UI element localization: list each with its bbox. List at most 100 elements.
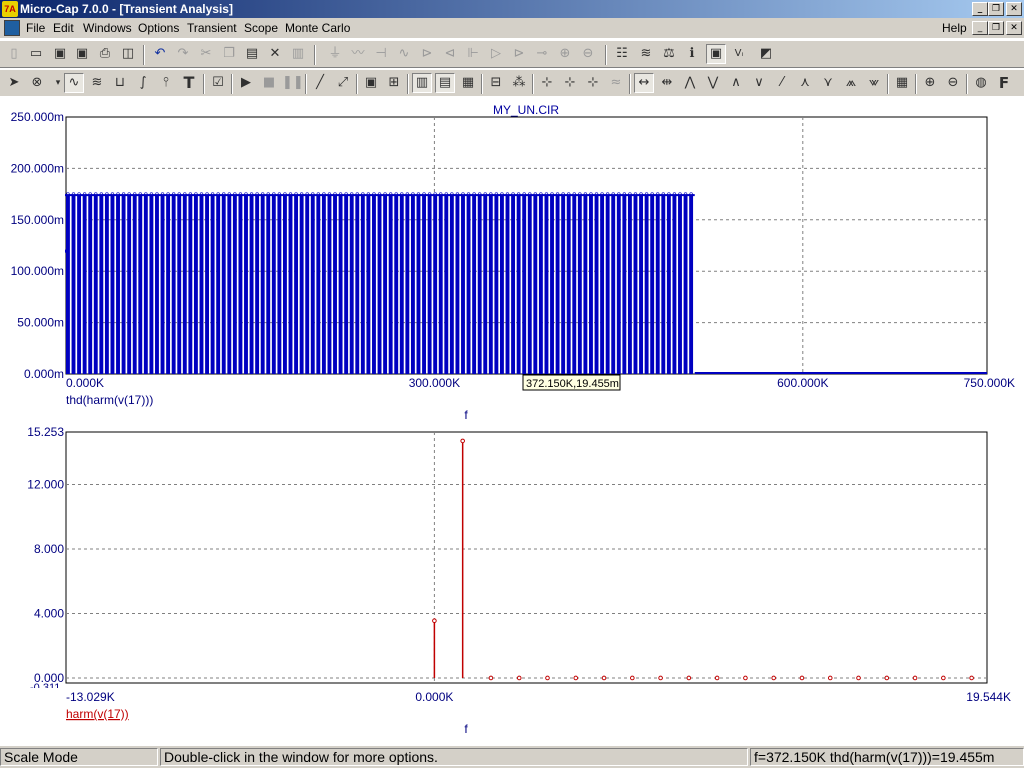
min-icon[interactable]: ⩖ (864, 73, 884, 93)
properties-icon[interactable]: ☑ (208, 73, 228, 93)
globe-icon[interactable]: ◍ (971, 73, 991, 93)
plot-canvas[interactable]: MY_UN.CIR 250.000m 200.000m 150.000m 100.00… (0, 96, 1024, 746)
font-icon[interactable]: F (994, 73, 1014, 93)
slope-icon[interactable]: ⋁ (703, 73, 723, 93)
plot1-bar (344, 194, 349, 374)
pause-icon[interactable]: ❚❚ (282, 73, 304, 93)
plot1-bar (655, 194, 660, 374)
diagonal-icon[interactable]: ⤢ (333, 73, 353, 93)
plot1-bar (71, 194, 76, 374)
vertical-tag-icon[interactable]: ⫯ (156, 73, 176, 93)
global-low-icon[interactable]: ⋀ (680, 73, 700, 93)
help-icon[interactable]: ◩ (756, 44, 776, 64)
minor-grid-icon[interactable]: ▤ (435, 73, 455, 93)
scale-mode-icon[interactable]: ∿ (64, 73, 84, 93)
plot1-bar (633, 194, 638, 374)
clear-icon[interactable]: ▥ (288, 44, 308, 64)
global-high-icon[interactable]: ⇹ (657, 73, 677, 93)
valley-left-icon[interactable]: ∨ (749, 73, 769, 93)
fill-icon[interactable]: ▥ (412, 73, 432, 93)
plot1-y-tick-label: 0.000m (24, 367, 64, 381)
scatter-icon[interactable]: ⁂ (509, 73, 529, 93)
component-mode-icon[interactable]: ⊗ (27, 73, 47, 93)
plot2-y-axis-label[interactable]: harm(v(17)) (66, 707, 129, 721)
table-icon[interactable]: ▦ (892, 73, 912, 93)
doc-close-button[interactable]: ✕ (1006, 21, 1022, 35)
app-icon[interactable]: 7A (2, 1, 18, 17)
inflection-icon[interactable]: ↔ (634, 73, 654, 93)
delete-icon[interactable]: ✕ (265, 44, 285, 64)
peak-icon[interactable]: ⊹ (537, 73, 557, 93)
stop-icon[interactable]: ■ (259, 73, 279, 93)
box-icon[interactable]: ▣ (361, 73, 381, 93)
menu-windows[interactable]: Windows (83, 21, 132, 35)
zener-icon[interactable]: ⊲ (440, 44, 460, 64)
waveform-icon[interactable]: ≋ (636, 44, 656, 64)
high-icon[interactable]: ⊹ (583, 73, 603, 93)
menu-edit[interactable]: Edit (53, 21, 74, 35)
switch-icon[interactable]: ⊸ (532, 44, 552, 64)
menu-monte-carlo[interactable]: Monte Carlo (285, 21, 350, 35)
grid-lines-icon[interactable]: ▦ (458, 73, 478, 93)
save-all-icon[interactable]: ▣ (72, 44, 92, 64)
menu-file[interactable]: File (26, 21, 45, 35)
minimize-button[interactable]: _ (972, 2, 988, 16)
ground-icon[interactable]: ⏚ (325, 44, 345, 64)
select-arrow-icon[interactable]: ➤ (4, 73, 24, 93)
capacitor-icon[interactable]: ⊣ (371, 44, 391, 64)
plot1-bar (689, 194, 694, 374)
current-source-icon[interactable]: ⊖ (578, 44, 598, 64)
point-tag-icon[interactable]: ⊔ (110, 73, 130, 93)
peak-left-icon[interactable]: ∧ (726, 73, 746, 93)
close-button[interactable]: ✕ (1006, 2, 1022, 16)
inductor-icon[interactable]: ∿ (394, 44, 414, 64)
line-icon[interactable]: ╱ (310, 73, 330, 93)
save-icon[interactable]: ▣ (50, 44, 70, 64)
valley-icon[interactable]: ⊹ (560, 73, 580, 93)
diode-icon[interactable]: ⊳ (417, 44, 437, 64)
cut-icon[interactable]: ✂ (196, 44, 216, 64)
x-axis-icon[interactable]: ⊟ (486, 73, 506, 93)
print-icon[interactable]: ⎙ (95, 44, 115, 64)
new-file-icon[interactable]: ▯ (4, 44, 24, 64)
document-icon[interactable] (4, 20, 20, 36)
run-icon[interactable]: ▶ (236, 73, 256, 93)
vxy-icon[interactable]: Vᵢ (729, 44, 749, 64)
plot2-x-tick-label: -13.029K (66, 690, 115, 704)
undo-icon[interactable]: ↶ (150, 44, 170, 64)
probe-icon[interactable]: ▣ (706, 44, 726, 64)
doc-restore-button[interactable]: ❐ (988, 21, 1004, 35)
plot-window[interactable]: MY_UN.CIR 250.000m 200.000m 150.000m 100.00… (0, 96, 1024, 746)
zoom-in-icon[interactable]: ⊕ (920, 73, 940, 93)
opamp-icon[interactable]: ▷ (486, 44, 506, 64)
max-icon[interactable]: ⩕ (841, 73, 861, 93)
menu-options[interactable]: Options (138, 21, 179, 35)
resistor-icon[interactable]: 〰 (348, 44, 368, 64)
peak-right-icon[interactable]: ⋏ (795, 73, 815, 93)
plot1-y-axis-label[interactable]: thd(harm(v(17))) (66, 393, 153, 407)
parameter-icon[interactable]: ⚖ (659, 44, 679, 64)
horizontal-tag-icon[interactable]: ∫ (133, 73, 153, 93)
text-icon[interactable]: T (179, 73, 199, 93)
component-list-icon[interactable]: ☷ (612, 44, 632, 64)
restore-button[interactable]: ❐ (988, 2, 1004, 16)
valley-right-icon[interactable]: ⋎ (818, 73, 838, 93)
low-icon[interactable]: ≈ (606, 73, 626, 93)
menu-help[interactable]: Help (942, 21, 967, 35)
doc-minimize-button[interactable]: _ (972, 21, 988, 35)
grid-icon[interactable]: ⊞ (384, 73, 404, 93)
slope-line-icon[interactable]: ⁄ (772, 73, 792, 93)
open-folder-icon[interactable]: ▭ (26, 44, 46, 64)
print-preview-icon[interactable]: ◫ (118, 44, 138, 64)
buffer-icon[interactable]: ⊳ (509, 44, 529, 64)
redo-icon[interactable]: ↷ (173, 44, 193, 64)
info-icon[interactable]: ℹ (682, 44, 702, 64)
zoom-out-icon[interactable]: ⊖ (943, 73, 963, 93)
cursor-mode-icon[interactable]: ≋ (87, 73, 107, 93)
menu-transient[interactable]: Transient (187, 21, 237, 35)
source-icon[interactable]: ⊕ (555, 44, 575, 64)
transistor-icon[interactable]: ⊩ (463, 44, 483, 64)
menu-scope[interactable]: Scope (244, 21, 278, 35)
paste-icon[interactable]: ▤ (242, 44, 262, 64)
copy-icon[interactable]: ❐ (219, 44, 239, 64)
